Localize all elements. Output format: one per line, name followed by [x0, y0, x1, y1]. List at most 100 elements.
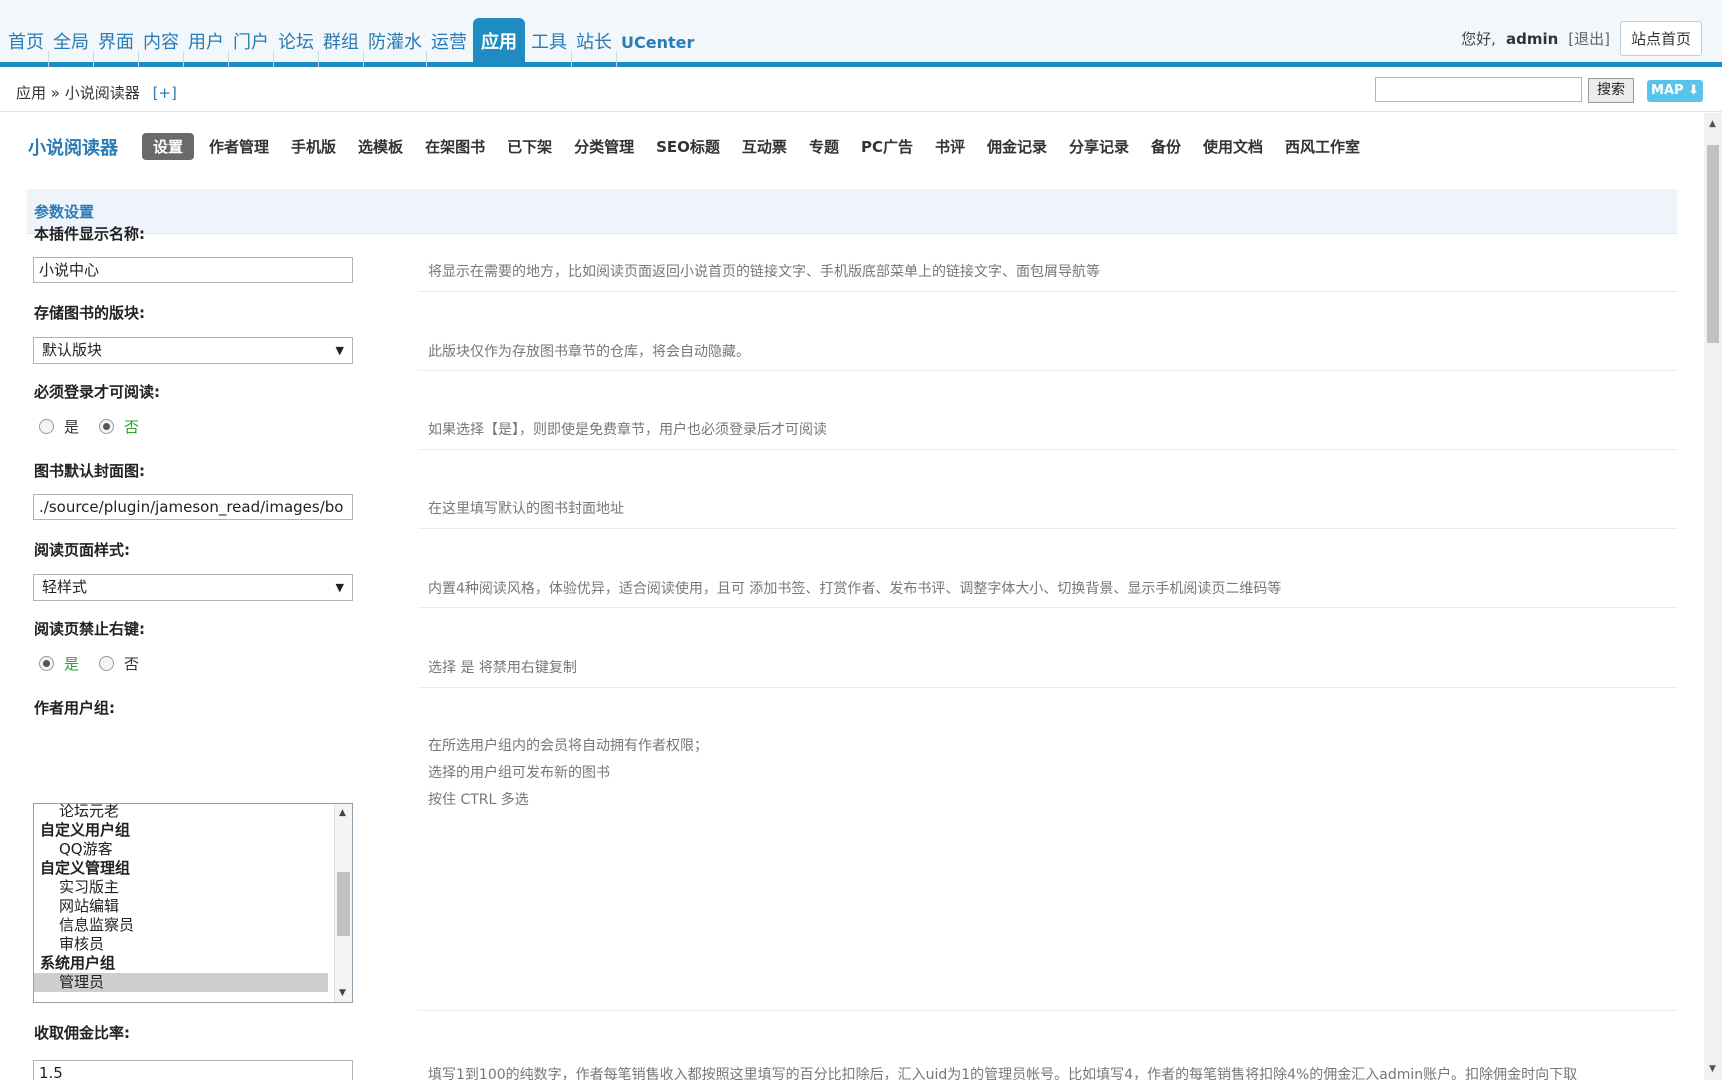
row-divider: [418, 449, 1677, 450]
top-nav-item[interactable]: 用户: [184, 18, 228, 67]
plugin-tab[interactable]: 在架图书: [414, 133, 496, 160]
scroll-up-icon[interactable]: ▲: [1709, 119, 1716, 129]
login-required-no-label[interactable]: 否: [124, 416, 139, 437]
plugin-tab[interactable]: 书评: [924, 133, 976, 160]
scrollbar-thumb[interactable]: [337, 872, 350, 936]
author-groups-listbox[interactable]: 论坛元老 自定义用户组 QQ游客 自定义管理组 实习版主 网站编辑 信息监察员 审核员 系统用户…: [33, 803, 353, 1003]
breadcrumb: 应用 » 小说阅读器 [+]: [16, 82, 177, 103]
login-required-yes-label[interactable]: 是: [64, 416, 79, 437]
page-scrollbar[interactable]: ▲ ▼: [1704, 113, 1722, 1080]
disable-right-click-no-label[interactable]: 否: [124, 653, 139, 674]
plugin-tab[interactable]: SEO标题: [645, 133, 731, 160]
map-button[interactable]: MAP ⬇: [1647, 80, 1703, 102]
scrollbar-thumb[interactable]: [1707, 145, 1719, 343]
disable-right-click-yes-label[interactable]: 是: [64, 653, 79, 674]
top-nav-item[interactable]: 门户: [229, 18, 273, 67]
row-divider: [418, 291, 1677, 292]
listbox-option[interactable]: 信息监察员: [34, 916, 352, 935]
top-nav-item[interactable]: 论坛: [274, 18, 318, 67]
plugin-tab[interactable]: 西风工作室: [1274, 133, 1371, 160]
top-nav-item[interactable]: 站长: [572, 18, 616, 67]
top-nav-item[interactable]: 防灌水: [364, 18, 426, 67]
breadcrumb-parent[interactable]: 应用: [16, 84, 46, 102]
plugin-title[interactable]: 小说阅读器: [28, 134, 118, 160]
display-name-label: 本插件显示名称:: [34, 225, 145, 243]
row-divider: [418, 607, 1677, 608]
top-nav-item[interactable]: 工具: [527, 18, 571, 67]
plugin-tab[interactable]: 作者管理: [198, 133, 280, 160]
logout-link[interactable]: [退出]: [1568, 28, 1610, 49]
scroll-down-icon[interactable]: ▼: [339, 988, 346, 998]
top-nav-item[interactable]: 首页: [4, 18, 48, 67]
reading-style-select[interactable]: 轻样式 ▼: [33, 574, 353, 601]
user-area: 您好, admin [退出] 站点首页: [1461, 21, 1702, 56]
scroll-down-icon[interactable]: ▼: [1709, 1064, 1716, 1074]
top-nav-item[interactable]: 应用: [473, 18, 525, 67]
commission-rate-input[interactable]: 1.5: [33, 1060, 353, 1080]
listbox-options: 论坛元老 自定义用户组 QQ游客 自定义管理组 实习版主 网站编辑 信息监察员 审核员 系统用户…: [34, 804, 352, 992]
listbox-option[interactable]: 实习版主: [34, 878, 352, 897]
plugin-tab[interactable]: 设置: [142, 133, 195, 160]
search-input[interactable]: [1375, 77, 1582, 102]
listbox-option[interactable]: 论坛元老: [34, 804, 352, 821]
storage-forum-label: 存储图书的版块:: [34, 304, 145, 322]
breadcrumb-current: 小说阅读器: [64, 84, 140, 102]
listbox-scrollbar[interactable]: ▲ ▼: [334, 804, 352, 1002]
search-button[interactable]: 搜索: [1588, 78, 1634, 103]
dropdown-arrow-icon: ▼: [335, 581, 344, 594]
login-required-no-radio[interactable]: [99, 419, 115, 434]
row-divider: [418, 687, 1677, 688]
author-groups-hint-3: 按住 CTRL 多选: [428, 792, 529, 808]
listbox-option[interactable]: QQ游客: [34, 840, 352, 859]
plugin-tab[interactable]: 使用文档: [1192, 133, 1274, 160]
top-nav-item[interactable]: 内容: [139, 18, 183, 67]
main-content: 小说阅读器 设置 作者管理 手机版 选模板 在架图书 已下架 分类管理 SEO标题 互动票 专题 P…: [0, 113, 1704, 1080]
login-required-label: 必须登录才可阅读:: [34, 383, 160, 401]
scroll-up-icon[interactable]: ▲: [339, 808, 346, 818]
username: admin: [1505, 29, 1559, 48]
top-nav-item[interactable]: UCenter: [617, 18, 698, 67]
reading-style-label: 阅读页面样式:: [34, 541, 130, 559]
listbox-option[interactable]: 网站编辑: [34, 897, 352, 916]
author-groups-hint-1: 在所选用户组内的会员将自动拥有作者权限；: [428, 738, 708, 754]
plugin-tab[interactable]: 已下架: [496, 133, 563, 160]
listbox-option[interactable]: 管理员: [34, 973, 328, 992]
commission-rate-hint: 填写1到100的纯数字，作者每笔销售收入都按照这里填写的百分比扣除后，汇入uid…: [428, 1067, 1578, 1080]
disable-right-click-hint: 选择 是 将禁用右键复制: [428, 660, 577, 676]
default-cover-input[interactable]: ./source/plugin/jameson_read/images/bo: [33, 494, 353, 520]
plugin-tab[interactable]: 手机版: [280, 133, 347, 160]
plugin-tab[interactable]: 互动票: [731, 133, 798, 160]
top-nav-item[interactable]: 界面: [94, 18, 138, 67]
disable-right-click-label: 阅读页禁止右键:: [34, 620, 145, 638]
plugin-tab[interactable]: PC广告: [850, 133, 924, 160]
map-label: MAP: [1651, 83, 1684, 98]
dropdown-arrow-icon: ▼: [335, 344, 344, 357]
login-required-hint: 如果选择【是】，则即使是免费章节，用户也必须登录后才可阅读: [428, 422, 827, 438]
top-nav-item[interactable]: 全局: [49, 18, 93, 67]
reading-style-value: 轻样式: [42, 578, 88, 596]
plugin-tabs: 设置 作者管理 手机版 选模板 在架图书 已下架 分类管理 SEO标题 互动票 专题 PC广告 书评佣…: [142, 133, 1371, 160]
top-nav-item[interactable]: 运营: [427, 18, 471, 67]
plugin-tab[interactable]: 分享记录: [1058, 133, 1140, 160]
site-home-button[interactable]: 站点首页: [1619, 21, 1702, 56]
commission-rate-label: 收取佣金比率:: [34, 1024, 130, 1042]
listbox-optgroup: 自定义用户组: [40, 821, 131, 839]
display-name-input[interactable]: 小说中心: [33, 257, 353, 283]
storage-forum-value: 默认版块: [42, 341, 103, 359]
plugin-tab[interactable]: 专题: [798, 133, 850, 160]
login-required-yes-radio[interactable]: [39, 419, 54, 434]
greeting: 您好,: [1461, 30, 1496, 48]
add-shortcut-button[interactable]: [+]: [153, 84, 177, 102]
reading-style-hint: 内置4种阅读风格，体验优异，适合阅读使用，且可 添加书签、打赏作者、发布书评、调…: [428, 581, 1282, 597]
disable-right-click-no-radio[interactable]: [99, 656, 115, 671]
disable-right-click-yes-radio[interactable]: [39, 656, 54, 671]
section-title: 参数设置: [34, 203, 95, 221]
plugin-tab[interactable]: 选模板: [347, 133, 414, 160]
plugin-tab[interactable]: 分类管理: [563, 133, 645, 160]
listbox-option[interactable]: 审核员: [34, 935, 352, 954]
plugin-tab[interactable]: 佣金记录: [976, 133, 1058, 160]
storage-forum-select[interactable]: 默认版块 ▼: [33, 337, 353, 364]
plugin-tab[interactable]: 备份: [1140, 133, 1192, 160]
row-divider: [418, 1010, 1677, 1011]
top-nav-item[interactable]: 群组: [319, 18, 363, 67]
